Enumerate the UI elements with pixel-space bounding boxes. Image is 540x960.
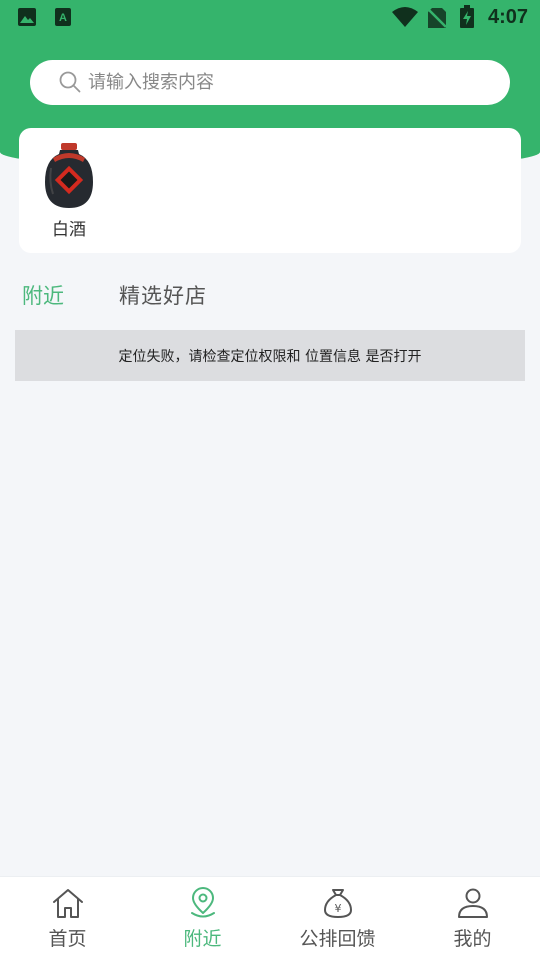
tab-nearby[interactable]: 附近: [22, 280, 64, 310]
nav-label-home: 首页: [48, 928, 87, 950]
bottom-nav: 首页 附近 ¥ 公排回馈 我的: [0, 876, 540, 960]
category-card: 白酒: [19, 128, 521, 253]
nav-label-rebate: 公排回馈: [299, 928, 376, 950]
search-input[interactable]: [88, 60, 488, 105]
search-icon: [59, 71, 81, 97]
no-sim-icon: [427, 7, 447, 33]
home-icon: [51, 887, 85, 923]
tab-featured-stores[interactable]: 精选好店: [119, 280, 207, 310]
image-icon: [17, 7, 37, 31]
svg-text:A: A: [59, 12, 67, 24]
location-error-notice: 定位失败，请检查定位权限和 位置信息 是否打开: [15, 330, 525, 381]
category-label: 白酒: [52, 220, 86, 240]
svg-text:¥: ¥: [334, 902, 341, 915]
status-bar: A 4:07: [0, 0, 540, 36]
category-item-baijiu[interactable]: 白酒: [41, 140, 97, 240]
nav-item-mine[interactable]: 我的: [405, 877, 540, 960]
nav-label-nearby: 附近: [183, 928, 222, 950]
battery-charging-icon: [459, 5, 475, 33]
nav-item-rebate[interactable]: ¥ 公排回馈: [270, 877, 405, 960]
a-icon: A: [54, 7, 72, 31]
user-icon: [456, 887, 490, 923]
nav-item-home[interactable]: 首页: [0, 877, 135, 960]
wifi-icon: [391, 6, 419, 32]
money-bag-icon: ¥: [321, 887, 355, 923]
nav-label-mine: 我的: [453, 928, 492, 950]
nav-item-nearby[interactable]: 附近: [135, 877, 270, 960]
baijiu-bottle-icon: [43, 142, 95, 214]
location-pin-icon: [186, 887, 220, 923]
status-time: 4:07: [487, 6, 528, 28]
search-bar[interactable]: [30, 60, 510, 105]
